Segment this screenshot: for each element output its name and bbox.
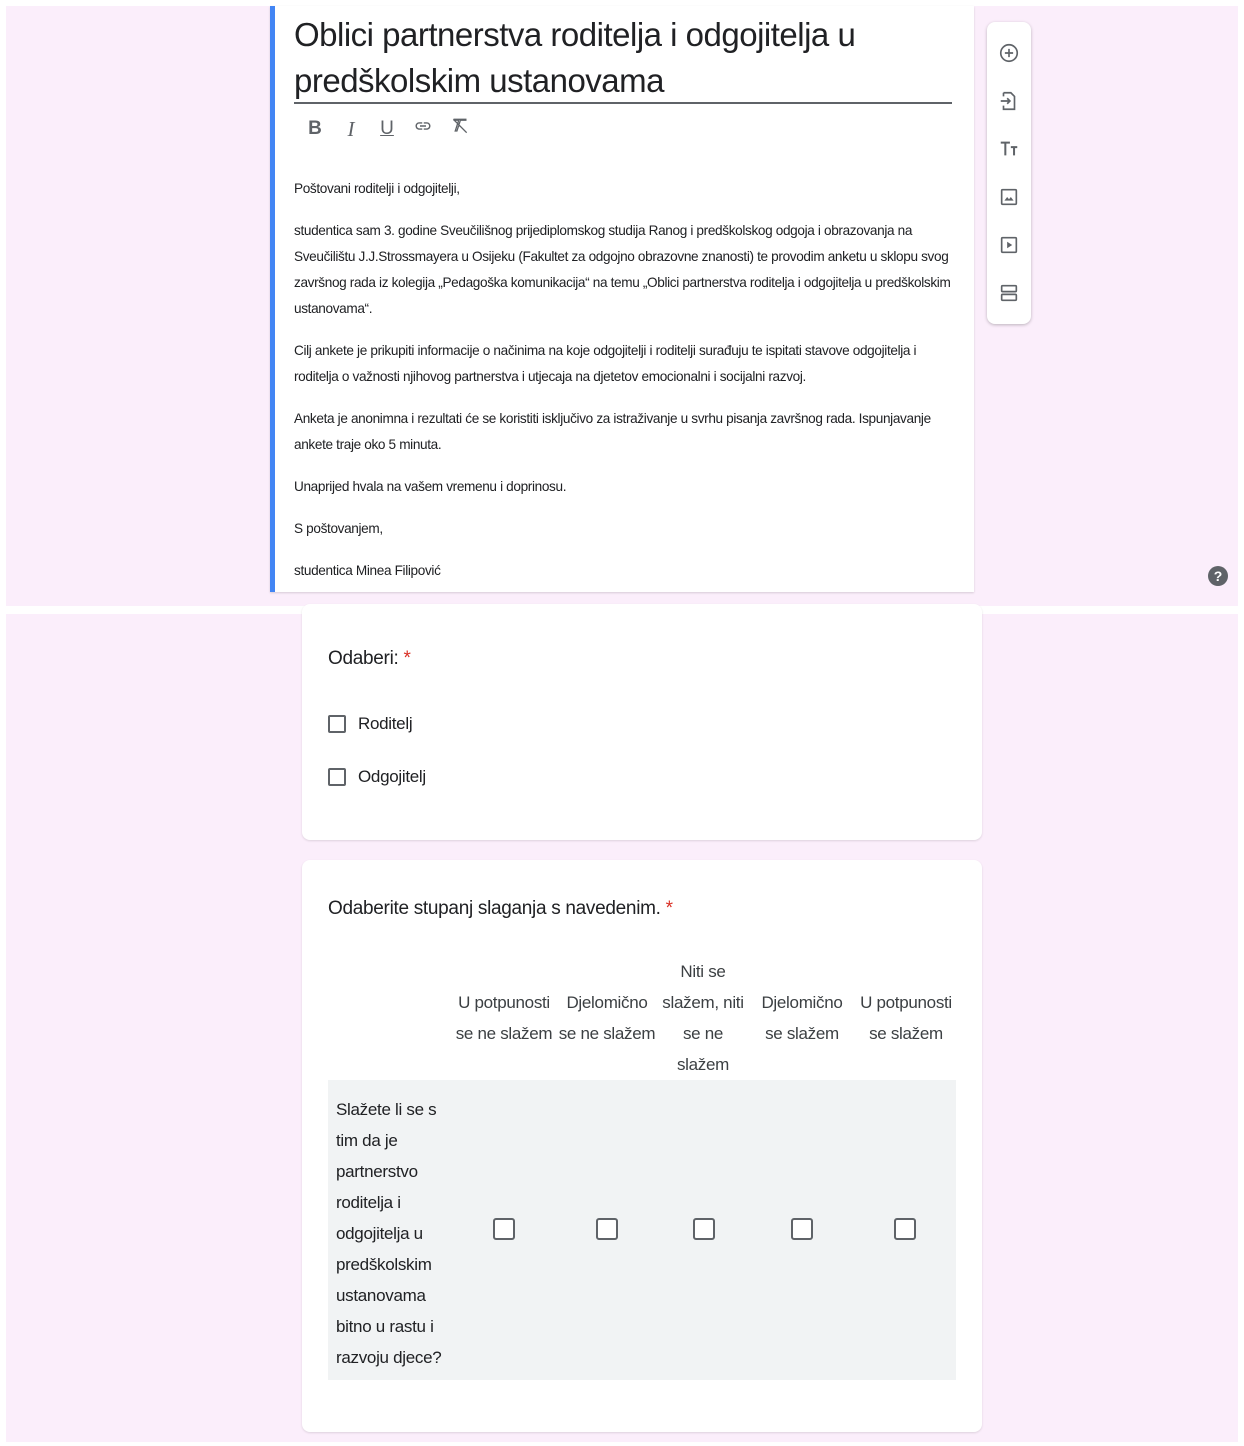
clear-format-icon[interactable] <box>450 116 468 142</box>
option-label: Roditelj <box>358 714 413 733</box>
add-title-icon[interactable] <box>996 136 1022 162</box>
import-questions-icon[interactable] <box>996 88 1022 114</box>
required-mark: * <box>403 648 411 669</box>
form-title[interactable]: Oblici partnerstva roditelja i odgojitel… <box>294 12 952 104</box>
form-title-card[interactable]: Oblici partnerstva roditelja i odgojitel… <box>270 6 974 592</box>
option-label: Odgojitelj <box>358 767 426 786</box>
question-title: Odaberite stupanj slaganja s navedenim. … <box>328 898 673 920</box>
question-title-text: Odaberite stupanj slaganja s navedenim. <box>328 898 661 919</box>
grid-checkbox[interactable] <box>693 1218 715 1240</box>
help-icon[interactable]: ? <box>1208 566 1228 586</box>
add-section-icon[interactable] <box>996 280 1022 306</box>
question-title: Odaberi: * <box>328 648 411 670</box>
add-video-icon[interactable] <box>996 232 1022 258</box>
italic-button[interactable]: I <box>342 117 360 142</box>
description-paragraph: S poštovanjem, <box>294 521 383 536</box>
form-editor-bottom-panel: Odaberi: * Roditelj Odgojitelj Odaberite… <box>6 604 1238 1442</box>
grid-column-header: Djelomično se slažem <box>761 993 843 1043</box>
form-editor-top-panel: Oblici partnerstva roditelja i odgojitel… <box>6 6 1238 606</box>
description-paragraph: studentica Minea Filipović <box>294 563 441 578</box>
link-icon[interactable] <box>414 117 432 141</box>
grid-row-label: Slažete li se s tim da je partnerstvo ro… <box>336 1100 442 1367</box>
grid-column-header: Niti se slažem, niti se ne slažem <box>662 962 744 1074</box>
question-card-choice[interactable]: Odaberi: * Roditelj Odgojitelj <box>302 604 982 840</box>
question-title-text: Odaberi: <box>328 648 399 669</box>
grid-row: Slažete li se s tim da je partnerstvo ro… <box>328 1080 956 1380</box>
grid-checkbox[interactable] <box>791 1218 813 1240</box>
description-paragraph: studentica sam 3. godine Sveučilišnog pr… <box>294 223 951 316</box>
form-description[interactable]: Poštovani roditelji i odgojitelji, stude… <box>294 176 954 592</box>
bold-button[interactable]: B <box>306 118 324 140</box>
grid-checkbox[interactable] <box>894 1218 916 1240</box>
question-card-grid[interactable]: Odaberite stupanj slaganja s navedenim. … <box>302 860 982 1432</box>
description-paragraph: Anketa je anonimna i rezultati će se kor… <box>294 411 931 452</box>
side-toolbar <box>987 22 1031 324</box>
card-accent-bar <box>270 6 275 592</box>
option-odgojitelj[interactable]: Odgojitelj <box>328 767 426 787</box>
description-paragraph: Unaprijed hvala na vašem vremenu i dopri… <box>294 479 567 494</box>
grid-column-header: U potpunosti se slažem <box>860 993 952 1043</box>
title-underline <box>294 102 952 104</box>
format-toolbar: B I U <box>306 116 468 142</box>
grid-column-header: Djelomično se ne slažem <box>558 993 656 1043</box>
option-roditelj[interactable]: Roditelj <box>328 714 413 734</box>
checkbox[interactable] <box>328 715 346 733</box>
grid-checkbox[interactable] <box>493 1218 515 1240</box>
required-mark: * <box>665 898 673 919</box>
description-paragraph: Poštovani roditelji i odgojitelji, <box>294 181 460 196</box>
checkbox[interactable] <box>328 768 346 786</box>
grid-column-header: U potpunosti se ne slažem <box>455 993 553 1043</box>
description-paragraph: Cilj ankete je prikupiti informacije o n… <box>294 343 917 384</box>
add-image-icon[interactable] <box>996 184 1022 210</box>
underline-button[interactable]: U <box>378 118 396 140</box>
add-question-icon[interactable] <box>996 40 1022 66</box>
grid-checkbox[interactable] <box>596 1218 618 1240</box>
